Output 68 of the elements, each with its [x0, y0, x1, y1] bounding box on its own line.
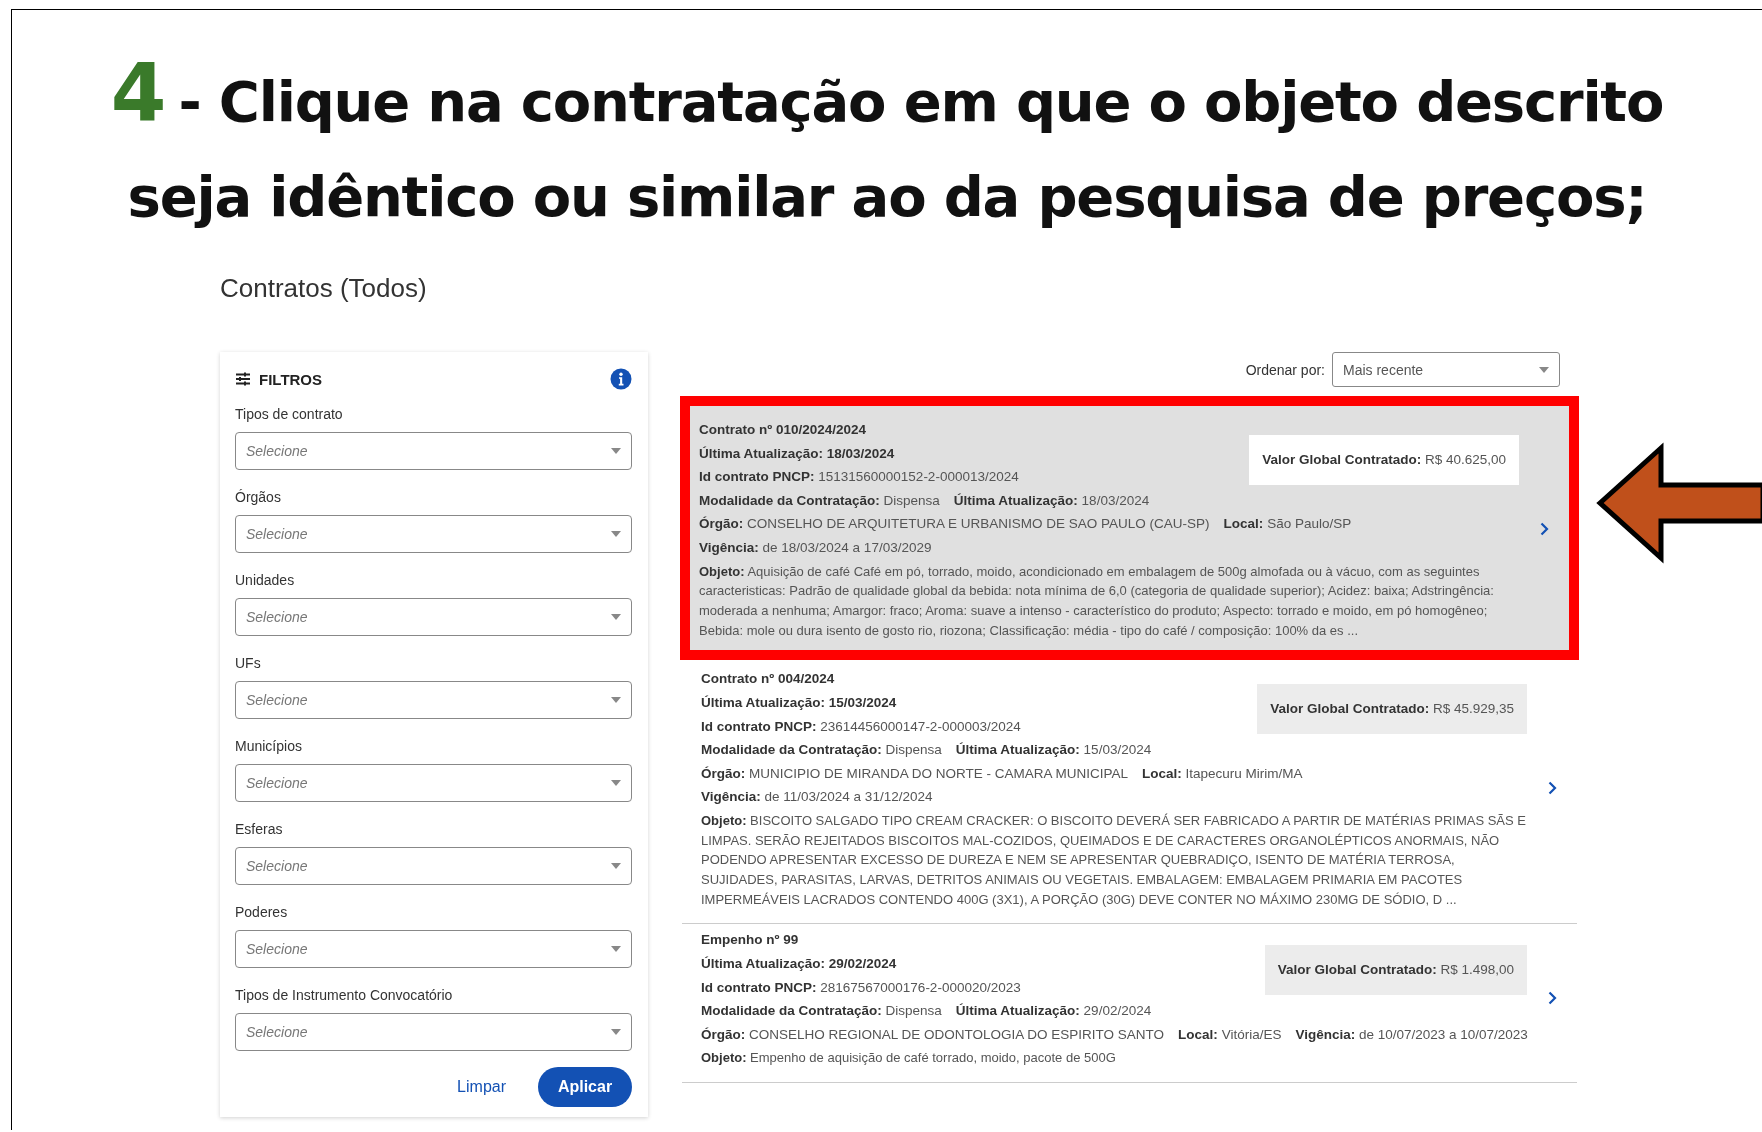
- detail-text: Id contrato PNCP: 23614456000147-2-000003/2024: [701, 718, 1021, 734]
- dropdown-field[interactable]: Selecione: [235, 847, 632, 885]
- dropdown-field[interactable]: Selecione: [235, 515, 632, 553]
- dropdown-field[interactable]: Selecione: [235, 1013, 632, 1051]
- caret-icon: [611, 697, 621, 703]
- caret-icon: [1539, 366, 1549, 373]
- filter-label: Órgãos: [235, 488, 281, 506]
- sort-dropdown[interactable]: Mais recente: [1332, 352, 1560, 387]
- contract-value: Valor Global Contratado: R$ 40.625,00: [1249, 435, 1519, 485]
- detail-text: Órgão: CONSELHO REGIONAL DE ODONTOLOGIA DO ESPIRITO SANTO: [701, 1026, 1165, 1042]
- caret-icon: [611, 863, 621, 869]
- object-description: Objeto: Aquisição de café Café em pó, torrado, moido, acondicionado em embalagem de 500g almofada ou à vácuo, com as seguintes caracteristicas: Padrão de qualidade global da bebida: nota mínima de 6,0 (categoria de qualidade superior); Acidez: baixa; Adstringência: moderada a nenhuma; Amargor: fraco; Aroma: suave a intenso - característico do produto; Aspecto: torrado e moido, em pó homogêneo; Bebida: mole ou dura isento de gosto rio, riozona; Classificação: média - tipo do café / composição: 100% da es ...: [699, 562, 1495, 640]
- filter-label: Tipos de contrato: [235, 405, 343, 423]
- contract-title: Contrato nº 004/2024: [701, 671, 835, 687]
- apply-button[interactable]: Aplicar: [538, 1067, 632, 1107]
- filter-label: Unidades: [235, 571, 295, 589]
- caret-icon: [611, 531, 621, 537]
- dropdown-field[interactable]: Selecione: [235, 764, 632, 802]
- detail-text: Modalidade da Contratação: Dispensa: [701, 1003, 942, 1019]
- filter-label: UFs: [235, 654, 261, 672]
- contract-value: Valor Global Contratado: R$ 45.929,35: [1257, 684, 1527, 735]
- detail-text: Vigência: de 11/03/2024 a 31/12/2024: [701, 789, 933, 805]
- caret-icon: [611, 780, 621, 786]
- chevron-right-icon: [1539, 522, 1549, 537]
- detail-text: Id contrato PNCP: 15131560000152-2-000013/2024: [699, 469, 1019, 485]
- caret-icon: [611, 614, 621, 620]
- filters-title: FILTROS: [259, 370, 323, 388]
- detail-text: Órgão: MUNICIPIO DE MIRANDA DO NORTE - CAMARA MUNICIPAL: [701, 765, 1129, 781]
- caret-icon: [611, 448, 621, 454]
- detail-text: Local: São Paulo/SP: [1223, 516, 1352, 532]
- detail-text: Órgão: CONSELHO DE ARQUITETURA E URBANISMO DE SAO PAULO (CAU-SP): [699, 516, 1210, 532]
- object-description: Objeto: BISCOITO SALGADO TIPO CREAM CRACKER: O BISCOITO DEVERÁ SER FABRICADO A PARTIR DE MATÉRIAS PRIMAS SÃS E LIMPAS. SERÃO REJEITADOS BISCOITOS MAL-COZIDOS, QUEIMADOS E DE CARACTERES ORGANOLÉPTICOS ANORMAIS, NÃO PODENDO APRESENTAR EXCESSO DE DUREZA E NEM SE APRESENTAR QUEBRADIÇO, ISENTO DE MATÉRIA TERROSA, SUJIDADES, PARASITAS, LARVAS, DETRITOS ANIMAIS OU VEGETAIS. EMBALAGEM: EMBALAGEM PRIMARIA EM PACOTES IMPERMEÁVEIS LACRADOS CONTENDO 400G (3X1), A PORÇÃO (30G) DEVE CONTER NO MÁXIMO 230MG DE SÓDIO, D ...: [701, 811, 1527, 909]
- caret-icon: [611, 1029, 621, 1035]
- update-date: Última Atualização: 18/03/2024: [699, 445, 895, 461]
- object-description: Objeto: Empenho de aquisição de café torrado, moido, pacote de 500G: [701, 1049, 1117, 1068]
- instruction-heading: 4- Clique na contratação em que o objeto descrito seja idêntico ou similar ao da pesquisa de preços;: [109, 46, 1665, 231]
- contract-card[interactable]: [680, 396, 1579, 661]
- dropdown-field[interactable]: Selecione: [235, 432, 632, 470]
- page-title: Contratos (Todos): [220, 272, 427, 304]
- detail-text: Última Atualização: 15/03/2024: [955, 742, 1152, 758]
- detail-text: Última Atualização: 18/03/2024: [953, 492, 1150, 508]
- caret-icon: [611, 946, 621, 952]
- chevron-right-icon: [1547, 991, 1557, 1006]
- filter-label: Tipos de Instrumento Convocatório: [235, 986, 453, 1004]
- detail-text: Local: Itapecuru Mirim/MA: [1142, 765, 1303, 781]
- contract-title: Empenho nº 99: [701, 932, 799, 948]
- info-icon[interactable]: [610, 368, 632, 390]
- detail-text: Vigência: de 10/07/2023 a 10/07/2023: [1295, 1026, 1528, 1042]
- detail-text: Id contrato PNCP: 28167567000176-2-000020/2023: [701, 979, 1021, 995]
- dropdown-field[interactable]: Selecione: [235, 681, 632, 719]
- filter-label: Municípios: [235, 737, 302, 755]
- detail-text: Última Atualização: 29/02/2024: [955, 1003, 1152, 1019]
- chevron-right-icon: [1547, 781, 1557, 796]
- detail-text: Local: Vitória/ES: [1178, 1026, 1282, 1042]
- detail-text: Modalidade da Contratação: Dispensa: [699, 492, 940, 508]
- filter-label: Poderes: [235, 903, 288, 921]
- sort-label: Ordenar por:: [1245, 361, 1325, 378]
- dropdown-field[interactable]: Selecione: [235, 598, 632, 636]
- detail-text: Modalidade da Contratação: Dispensa: [701, 742, 942, 758]
- contract-title: Contrato nº 010/2024/2024: [699, 422, 866, 437]
- filter-label: Esferas: [235, 820, 283, 838]
- contract-value: Valor Global Contratado: R$ 1.498,00: [1264, 945, 1527, 996]
- detail-text: Vigência: de 18/03/2024 a 17/03/2029: [699, 539, 932, 555]
- update-date: Última Atualização: 15/03/2024: [701, 694, 897, 710]
- filter-icon: [235, 372, 251, 386]
- update-date: Última Atualização: 29/02/2024: [701, 956, 897, 972]
- dropdown-field[interactable]: Selecione: [235, 930, 632, 968]
- clear-link[interactable]: Limpar: [451, 1070, 512, 1104]
